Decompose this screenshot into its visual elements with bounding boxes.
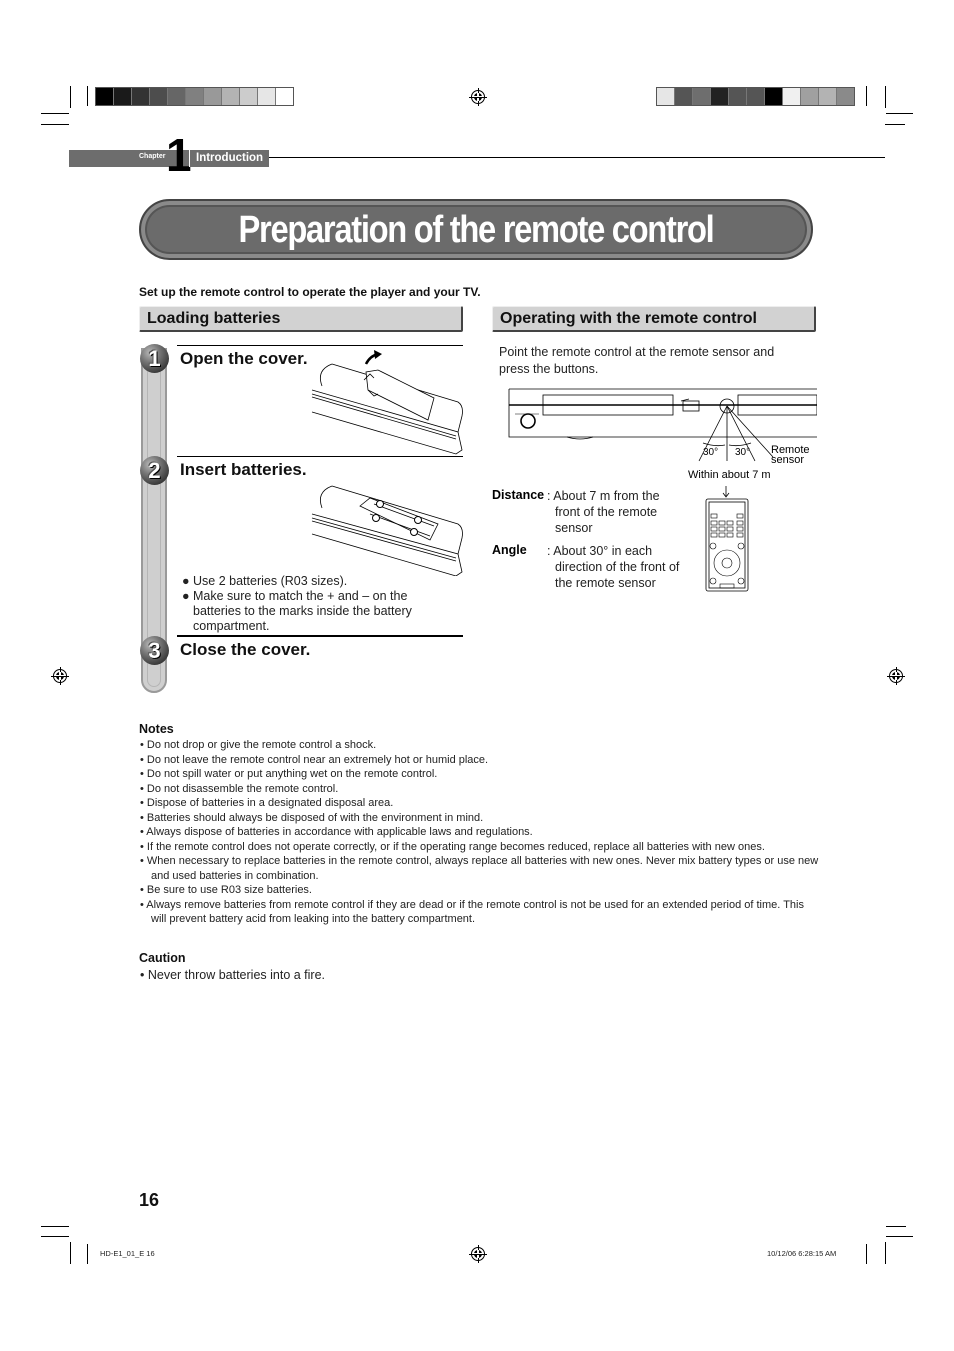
step-title-2: Insert batteries. — [180, 460, 307, 479]
remote-insert-batteries-illustration — [311, 485, 463, 576]
crop-mark — [885, 124, 905, 125]
crop-mark — [41, 124, 69, 125]
step-divider — [177, 345, 463, 346]
color-swatch — [276, 88, 293, 105]
crop-mark — [70, 1242, 71, 1264]
color-swatch — [96, 88, 114, 105]
color-swatch — [711, 88, 729, 105]
note-item: • Do not drop or give the remote control… — [140, 739, 377, 751]
operating-instructions: Point the remote control at the remote s… — [499, 345, 775, 376]
crop-mark — [886, 1236, 913, 1237]
step-divider — [177, 456, 463, 457]
crop-mark — [886, 1226, 906, 1227]
color-swatch — [222, 88, 240, 105]
intro-text: Set up the remote control to operate the… — [139, 285, 481, 299]
crop-mark — [866, 1244, 867, 1264]
header-rule — [269, 157, 885, 158]
chapter-label: Chapter — [139, 153, 166, 160]
angle-value: : About 30° in each direction of the fro… — [547, 544, 680, 590]
crop-mark — [41, 1236, 69, 1237]
note-item: • Do not leave the remote control near a… — [140, 753, 489, 766]
note-item: • Be sure to use R03 size batteries. — [140, 884, 312, 896]
player-sensor-diagram: 30° 30° Remote sensor Within about 7 m — [508, 388, 817, 481]
crop-mark — [41, 113, 69, 114]
section-heading-loading-batteries: Loading batteries — [139, 306, 463, 332]
registration-mark-icon — [887, 667, 905, 685]
color-swatch — [114, 88, 132, 105]
note-item: • Always remove batteries from remote co… — [140, 898, 804, 926]
note-item: • If the remote control does not operate… — [140, 840, 765, 853]
battery-instructions: ● Use 2 batteries (R03 sizes). ● Make su… — [182, 574, 452, 634]
color-swatch — [765, 88, 783, 105]
caution-heading: Caution — [139, 951, 186, 965]
registration-mark-icon — [51, 667, 69, 685]
color-swatch — [168, 88, 186, 105]
remote-sensor-label-2: sensor — [771, 454, 804, 466]
color-swatch — [675, 88, 693, 105]
notes-list: • Do not drop or give the remote control… — [140, 738, 820, 927]
crop-mark — [886, 113, 913, 114]
color-swatch — [729, 88, 747, 105]
color-swatch — [819, 88, 837, 105]
angle-right-label: 30° — [735, 447, 750, 458]
print-slug-right: 10/12/06 6:28:15 AM — [767, 1249, 837, 1258]
crop-mark — [885, 86, 886, 108]
note-item: • Batteries should always be disposed of… — [140, 811, 484, 824]
note-item: • Dispose of batteries in a designated d… — [140, 797, 394, 809]
crop-mark — [41, 1226, 69, 1227]
step-number-3: 3 — [140, 636, 169, 665]
page-title: Preparation of the remote control — [238, 209, 715, 251]
note-item: • Do not spill water or put anything wet… — [140, 768, 438, 780]
distance-value: : About 7 m from the front of the remote… — [547, 489, 660, 535]
remote-control-illustration — [705, 486, 749, 592]
color-swatch — [186, 88, 204, 105]
color-swatch — [150, 88, 168, 105]
step-title-1: Open the cover. — [180, 349, 308, 368]
color-calibration-bar-right — [656, 87, 855, 106]
angle-left-label: 30° — [703, 447, 718, 458]
page-number: 16 — [139, 1190, 160, 1210]
chapter-title: Introduction — [189, 150, 269, 167]
color-swatch — [837, 88, 854, 105]
crop-mark — [866, 86, 867, 106]
bullet-item: ● Use 2 batteries (R03 sizes). — [182, 574, 348, 588]
color-swatch — [783, 88, 801, 105]
color-swatch — [657, 88, 675, 105]
color-calibration-bar-left — [95, 87, 294, 106]
color-swatch — [693, 88, 711, 105]
color-swatch — [801, 88, 819, 105]
page-title-banner: Preparation of the remote control — [139, 199, 813, 260]
crop-mark — [87, 86, 88, 106]
color-swatch — [747, 88, 765, 105]
section-heading-operating: Operating with the remote control — [492, 306, 816, 332]
chapter-number: 1 — [166, 129, 192, 181]
crop-mark — [70, 86, 71, 108]
color-swatch — [258, 88, 276, 105]
step-divider — [177, 635, 463, 637]
distance-label: Distance — [492, 488, 545, 502]
registration-mark-icon — [469, 88, 487, 106]
step-number-2: 2 — [140, 456, 169, 485]
bullet-item: ● Make sure to match the + and – on the … — [182, 589, 412, 633]
range-label: Within about 7 m — [688, 469, 771, 481]
print-slug-left: HD-E1_01_E 16 — [100, 1249, 155, 1258]
caution-item: • Never throw batteries into a fire. — [140, 968, 326, 982]
registration-mark-icon — [469, 1245, 487, 1263]
color-swatch — [132, 88, 150, 105]
remote-open-cover-illustration — [311, 350, 463, 455]
angle-label: Angle — [492, 543, 527, 557]
note-item: • Do not disassemble the remote control. — [140, 782, 339, 795]
color-swatch — [204, 88, 222, 105]
crop-mark — [885, 1242, 886, 1264]
note-item: • When necessary to replace batteries in… — [140, 855, 819, 882]
crop-mark — [87, 1244, 88, 1264]
note-item: • Always dispose of batteries in accorda… — [140, 826, 533, 838]
step-number-1: 1 — [140, 344, 169, 373]
color-swatch — [240, 88, 258, 105]
notes-heading: Notes — [139, 722, 174, 736]
step-title-3: Close the cover. — [180, 640, 311, 659]
